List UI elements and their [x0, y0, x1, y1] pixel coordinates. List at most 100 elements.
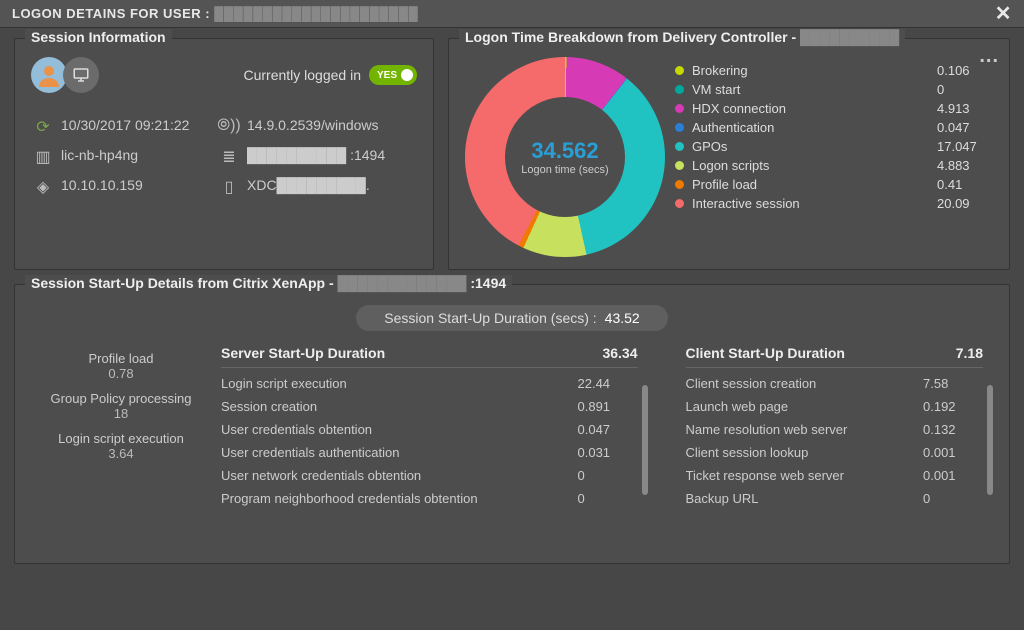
legend-value: 4.913 — [937, 101, 993, 116]
summary-item: Profile load0.78 — [41, 351, 201, 381]
row-label: Ticket response web server — [686, 468, 924, 483]
session-info-title: Session Information — [25, 29, 172, 45]
row-label: Backup URL — [686, 491, 924, 506]
legend-value: 0 — [937, 82, 993, 97]
legend-item: GPOs17.047 — [675, 139, 993, 154]
donut-center-label: Logon time (secs) — [521, 164, 608, 176]
client-startup-col: Client Start-Up Duration 7.18 Client ses… — [676, 345, 994, 508]
client-scrollbar[interactable] — [987, 385, 993, 495]
logon-details-window: LOGON DETAINS FOR USER : ███████████████… — [0, 0, 1024, 630]
server-startup-col: Server Start-Up Duration 36.34 Login scr… — [211, 345, 648, 508]
row-label: User network credentials obtention — [221, 468, 578, 483]
total-duration-label: Session Start-Up Duration (secs) : — [384, 310, 596, 326]
legend-label: GPOs — [692, 139, 937, 154]
summary-value: 0.78 — [41, 366, 201, 381]
legend-item: Authentication0.047 — [675, 120, 993, 135]
hostname: lic-nb-hp4ng — [61, 147, 211, 163]
row-label: Launch web page — [686, 399, 924, 414]
row-value: 0.132 — [923, 422, 983, 437]
close-icon[interactable]: ✕ — [995, 4, 1012, 24]
ip-value: 10.10.10.159 — [61, 177, 211, 193]
summary-label: Profile load — [41, 351, 201, 366]
legend-dot-icon — [675, 85, 684, 94]
legend-label: Logon scripts — [692, 158, 937, 173]
session-startup-panel: Session Start-Up Details from Citrix Xen… — [14, 284, 1010, 564]
legend-item: HDX connection4.913 — [675, 101, 993, 116]
row-value: 0.192 — [923, 399, 983, 414]
row-value: 0.891 — [578, 399, 638, 414]
logged-in-label: Currently logged in — [243, 67, 361, 83]
legend-dot-icon — [675, 199, 684, 208]
table-row: Program neighborhood credentials obtenti… — [221, 489, 638, 508]
table-row: Client session lookup0.001 — [686, 443, 984, 462]
startup-summary-col: Profile load0.78 Group Policy processing1… — [31, 345, 211, 508]
row-label: Login script execution — [221, 376, 578, 391]
controller-icon: ▯ — [217, 177, 241, 197]
table-row: Backup URL0 — [686, 489, 984, 508]
legend-item: Profile load0.41 — [675, 177, 993, 192]
summary-value: 18 — [41, 406, 201, 421]
table-row: Ticket response web server0.001 — [686, 466, 984, 485]
signal-icon: ⦾)) — [217, 117, 241, 135]
table-row: Name resolution web server0.132 — [686, 420, 984, 439]
logged-in-toggle[interactable]: YES — [369, 65, 417, 85]
toggle-knob — [401, 69, 413, 81]
summary-item: Login script execution3.64 — [41, 431, 201, 461]
row-label: Name resolution web server — [686, 422, 924, 437]
window-title-prefix: LOGON DETAINS FOR USER : — [12, 6, 210, 21]
row-label: User credentials authentication — [221, 445, 578, 460]
table-row: User credentials authentication0.031 — [221, 443, 638, 462]
clock-icon: ⟳ — [31, 117, 55, 137]
breakdown-title: Logon Time Breakdown from Delivery Contr… — [459, 29, 905, 45]
table-row: Launch web page0.192 — [686, 397, 984, 416]
logon-breakdown-panel: Logon Time Breakdown from Delivery Contr… — [448, 38, 1010, 270]
monitor-icon — [63, 57, 99, 93]
legend-value: 0.41 — [937, 177, 993, 192]
legend-label: Brokering — [692, 63, 937, 78]
row-value: 0.001 — [923, 445, 983, 460]
server-total: 36.34 — [602, 345, 637, 361]
row-label: Client session lookup — [686, 445, 924, 460]
row-value: 0.047 — [578, 422, 638, 437]
legend-item: Interactive session20.09 — [675, 196, 993, 211]
summary-value: 3.64 — [41, 446, 201, 461]
startup-title: Session Start-Up Details from Citrix Xen… — [25, 275, 512, 291]
row-value: 0 — [578, 491, 638, 506]
titlebar: LOGON DETAINS FOR USER : ███████████████… — [0, 0, 1024, 28]
server-scrollbar[interactable] — [642, 385, 648, 495]
legend-dot-icon — [675, 66, 684, 75]
row-value: 0.031 — [578, 445, 638, 460]
controller-value: XDC█████████. — [247, 177, 417, 193]
table-row: User network credentials obtention0 — [221, 466, 638, 485]
legend-value: 20.09 — [937, 196, 993, 211]
panel-menu-icon[interactable]: ... — [979, 45, 999, 68]
row-value: 0 — [923, 491, 983, 506]
user-avatar-icon — [31, 57, 67, 93]
server-value: ██████████ :1494 — [247, 147, 417, 163]
legend-label: Profile load — [692, 177, 937, 192]
row-value: 0 — [578, 468, 638, 483]
client-version: 14.9.0.2539/windows — [247, 117, 417, 133]
legend-dot-icon — [675, 161, 684, 170]
client-heading: Client Start-Up Duration — [686, 345, 845, 361]
total-duration-pill: Session Start-Up Duration (secs) : 43.52 — [356, 305, 667, 331]
row-label: Client session creation — [686, 376, 924, 391]
client-table: Client session creation7.58 Launch web pa… — [686, 374, 984, 508]
donut-chart: 34.562 Logon time (secs) — [465, 57, 665, 257]
total-duration-value: 43.52 — [605, 310, 640, 326]
logged-in-value: YES — [377, 70, 397, 81]
row-label: Session creation — [221, 399, 578, 414]
summary-label: Group Policy processing — [41, 391, 201, 406]
legend-label: VM start — [692, 82, 937, 97]
host-icon: ▥ — [31, 147, 55, 167]
row-value: 22.44 — [578, 376, 638, 391]
server-table: Login script execution22.44Session creat… — [221, 374, 638, 508]
legend-value: 17.047 — [937, 139, 993, 154]
legend: Brokering0.106VM start0HDX connection4.9… — [675, 57, 993, 257]
table-row: Session creation0.891 — [221, 397, 638, 416]
legend-item: VM start0 — [675, 82, 993, 97]
legend-dot-icon — [675, 104, 684, 113]
legend-label: HDX connection — [692, 101, 937, 116]
table-row: Client session creation7.58 — [686, 374, 984, 393]
session-timestamp: 10/30/2017 09:21:22 — [61, 117, 211, 133]
